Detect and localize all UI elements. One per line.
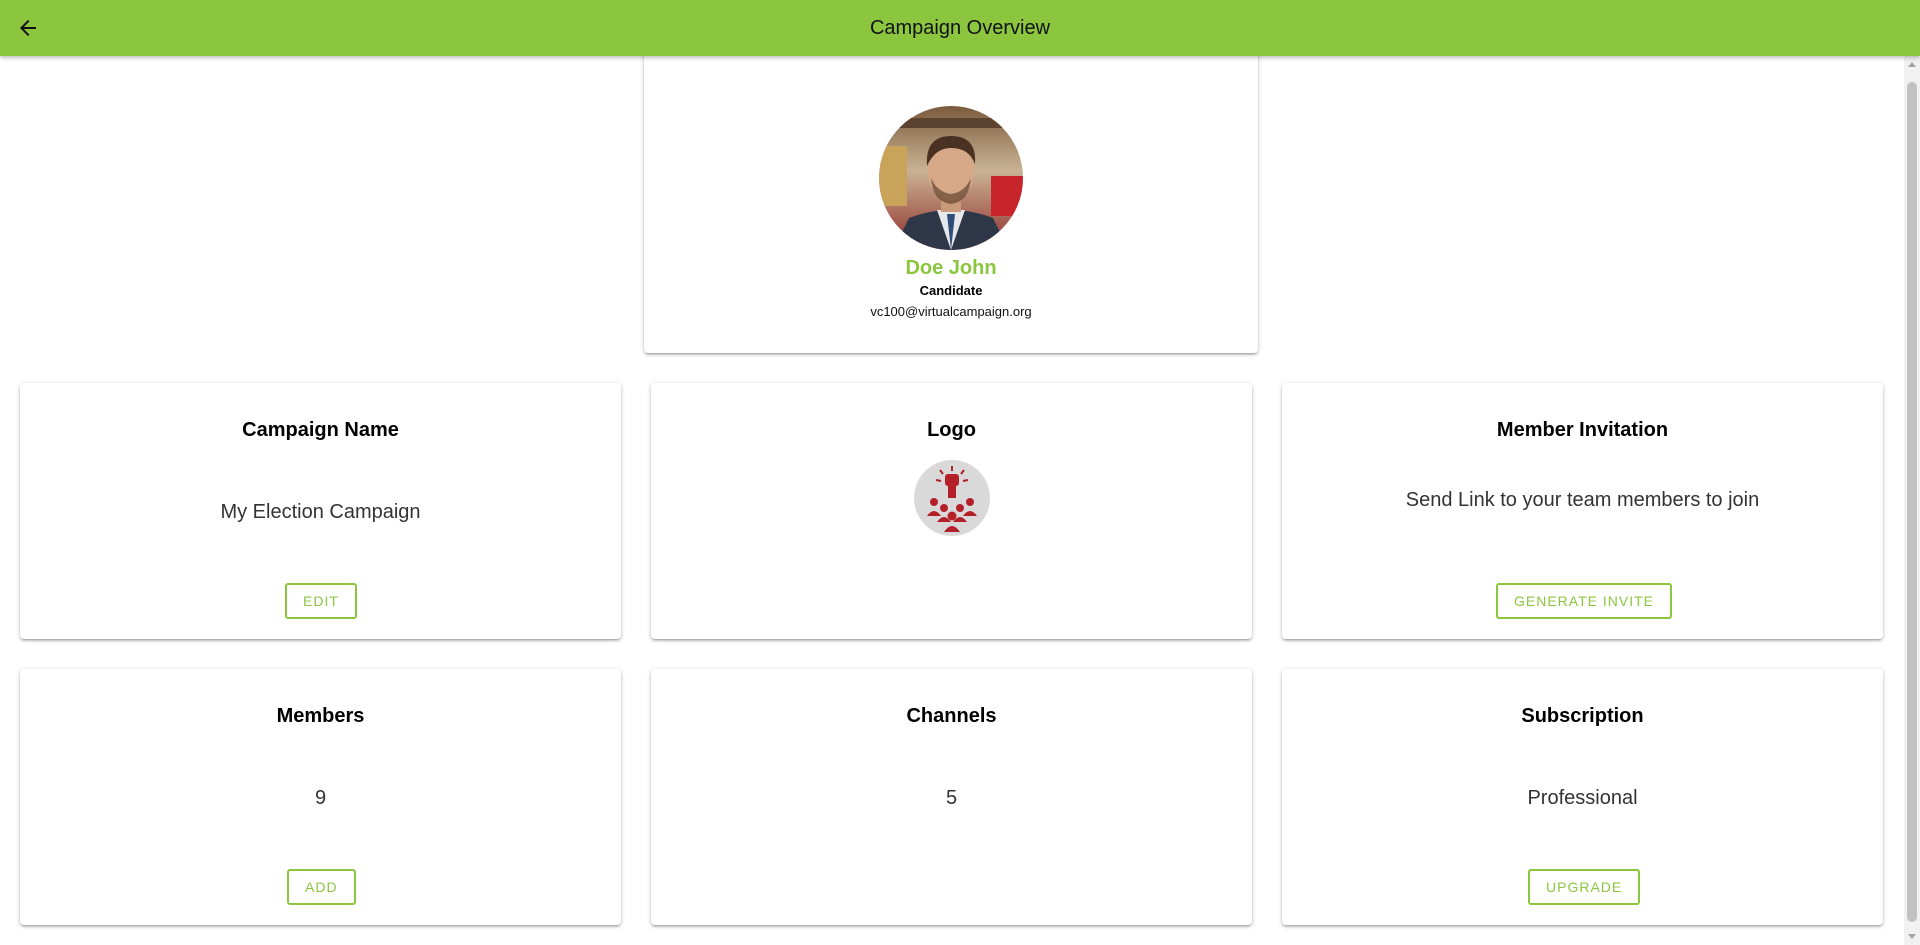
vertical-scrollbar[interactable] xyxy=(1904,56,1920,945)
scroll-down-icon[interactable] xyxy=(1908,934,1916,939)
avatar xyxy=(879,106,1023,250)
candidate-role: Candidate xyxy=(919,283,983,298)
upgrade-button[interactable]: UPGRADE xyxy=(1528,869,1641,905)
member-invitation-text: Send Link to your team members to join xyxy=(1405,489,1760,511)
logo-card: Logo xyxy=(651,383,1252,639)
subscription-plan: Professional xyxy=(1527,787,1638,809)
subscription-title: Subscription xyxy=(1521,705,1644,727)
channels-card: Channels 5 xyxy=(651,669,1252,925)
candidate-photo xyxy=(879,106,1023,250)
campaign-name-title: Campaign Name xyxy=(242,419,399,441)
profile-card: Doe John Candidate vc100@virtualcampaign… xyxy=(644,56,1258,353)
member-invitation-card: Member Invitation Send Link to your team… xyxy=(1282,383,1883,639)
add-member-button[interactable]: ADD xyxy=(287,869,356,905)
scroll-up-icon[interactable] xyxy=(1908,62,1916,67)
member-invitation-title: Member Invitation xyxy=(1496,419,1669,441)
logo-title: Logo xyxy=(927,419,976,441)
generate-invite-button[interactable]: GENERATE INVITE xyxy=(1496,583,1672,619)
app-bar: Campaign Overview xyxy=(0,0,1920,56)
campaign-name-card: Campaign Name My Election Campaign EDIT xyxy=(20,383,621,639)
channels-count: 5 xyxy=(945,787,958,809)
campaign-name-value: My Election Campaign xyxy=(220,501,421,523)
page-title: Campaign Overview xyxy=(869,17,1051,39)
members-card: Members 9 ADD xyxy=(20,669,621,925)
candidate-name: Doe John xyxy=(905,257,997,279)
members-count: 9 xyxy=(314,787,327,809)
campaign-logo xyxy=(914,460,990,536)
candidate-email: vc100@virtualcampaign.org xyxy=(870,304,1032,319)
scrollbar-thumb[interactable] xyxy=(1907,82,1917,922)
raised-fist-icon xyxy=(927,466,977,532)
content-area: Doe John Candidate vc100@virtualcampaign… xyxy=(0,56,1904,945)
members-title: Members xyxy=(276,705,365,727)
channels-title: Channels xyxy=(906,705,997,727)
subscription-card: Subscription Professional UPGRADE xyxy=(1282,669,1883,925)
edit-button[interactable]: EDIT xyxy=(285,583,357,619)
